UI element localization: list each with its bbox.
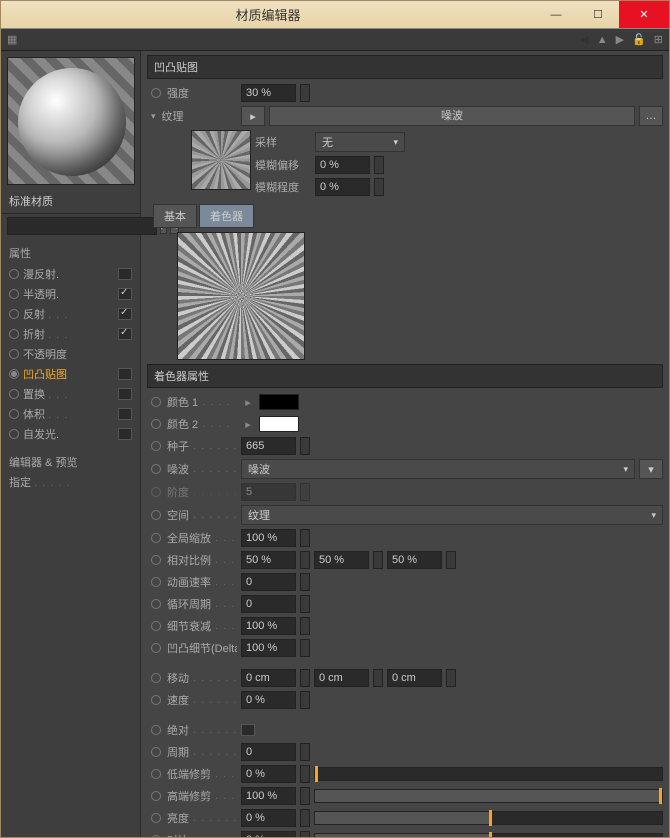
shader-section-header: 着色器属性 bbox=[147, 364, 663, 388]
high-clip-slider[interactable] bbox=[314, 789, 663, 803]
texture-options-button[interactable]: … bbox=[639, 106, 663, 126]
delta-field[interactable]: 100 % bbox=[241, 639, 296, 657]
channel-bump-checkbox[interactable] bbox=[118, 368, 132, 380]
channel-refraction-checkbox[interactable] bbox=[118, 328, 132, 340]
channel-volume-checkbox[interactable] bbox=[118, 408, 132, 420]
titlebar[interactable]: 材质编辑器 — ☐ ✕ bbox=[1, 1, 669, 29]
anim-speed-field[interactable]: 0 bbox=[241, 573, 296, 591]
tab-shader[interactable]: 着色器 bbox=[199, 204, 254, 228]
channel-reflection-checkbox[interactable] bbox=[118, 308, 132, 320]
high-clip-field[interactable]: 100 % bbox=[241, 787, 296, 805]
color1-expand-icon[interactable]: ▸ bbox=[241, 396, 255, 409]
global-scale-field[interactable]: 100 % bbox=[241, 529, 296, 547]
shader-preview[interactable] bbox=[177, 232, 305, 360]
intensity-field[interactable]: 30 % bbox=[241, 84, 296, 102]
channel-displacement[interactable]: 置换 . . . bbox=[9, 384, 132, 404]
move-x[interactable]: 0 cm bbox=[241, 669, 296, 687]
nav-fwd-icon[interactable]: ▶ bbox=[616, 33, 624, 46]
texture-button[interactable]: 噪波 bbox=[269, 106, 635, 126]
rel-scale-y[interactable]: 50 % bbox=[314, 551, 369, 569]
window-title: 材质编辑器 bbox=[1, 5, 535, 24]
move-z[interactable]: 0 cm bbox=[387, 669, 442, 687]
link-assign[interactable]: 指定 . . . . . bbox=[9, 472, 132, 492]
blur-offset-field[interactable]: 0 % bbox=[315, 156, 370, 174]
seed-field[interactable]: 665 bbox=[241, 437, 296, 455]
blur-scale-field[interactable]: 0 % bbox=[315, 178, 370, 196]
color2-expand-icon[interactable]: ▸ bbox=[241, 418, 255, 431]
channel-translucent[interactable]: 半透明. bbox=[9, 284, 132, 304]
channel-reflection[interactable]: 反射 . . . bbox=[9, 304, 132, 324]
sample-dropdown[interactable]: 无 bbox=[315, 132, 405, 152]
detail-atten-field[interactable]: 100 % bbox=[241, 617, 296, 635]
material-editor-window: 材质编辑器 — ☐ ✕ ▦ ◀ ▲ ▶ 🔓 ⊞ 标准材质 ▸ ↖ 属性 bbox=[0, 0, 670, 838]
contrast-field[interactable]: 0 % bbox=[241, 831, 296, 837]
rel-scale-x[interactable]: 50 % bbox=[241, 551, 296, 569]
texture-play-button[interactable]: ▸ bbox=[241, 106, 265, 126]
channel-displacement-checkbox[interactable] bbox=[118, 388, 132, 400]
minimize-button[interactable]: — bbox=[535, 1, 577, 28]
maximize-button[interactable]: ☐ bbox=[577, 1, 619, 28]
link-editor-preview[interactable]: 编辑器 & 预览 bbox=[9, 452, 132, 472]
channel-diffuse-checkbox[interactable] bbox=[118, 268, 132, 280]
right-panel: 凹凸贴图 强度 30 % ▾纹理 ▸ 噪波 … 采样无 模糊偏移0 % 模糊程度… bbox=[141, 51, 669, 837]
low-clip-slider[interactable] bbox=[314, 767, 663, 781]
speed-field[interactable]: 0 % bbox=[241, 691, 296, 709]
lock-icon[interactable]: 🔓 bbox=[632, 33, 646, 46]
channel-bump[interactable]: 凹凸贴图 bbox=[9, 364, 132, 384]
move-y[interactable]: 0 cm bbox=[314, 669, 369, 687]
contrast-slider[interactable] bbox=[314, 833, 663, 837]
channel-volume[interactable]: 体积 . . . bbox=[9, 404, 132, 424]
channel-refraction[interactable]: 折射 . . . bbox=[9, 324, 132, 344]
filter-input[interactable] bbox=[7, 217, 157, 235]
noise-thumbnail[interactable] bbox=[191, 130, 251, 190]
toolbar: ▦ ◀ ▲ ▶ 🔓 ⊞ bbox=[1, 29, 669, 51]
bump-section-header: 凹凸贴图 bbox=[147, 55, 663, 79]
absolute-checkbox[interactable] bbox=[241, 724, 255, 736]
close-button[interactable]: ✕ bbox=[619, 1, 669, 28]
low-clip-field[interactable]: 0 % bbox=[241, 765, 296, 783]
cycle-field[interactable]: 0 bbox=[241, 595, 296, 613]
intensity-spinner[interactable] bbox=[300, 84, 310, 102]
material-preview[interactable] bbox=[7, 57, 135, 185]
noise-dropdown[interactable]: 噪波 bbox=[241, 459, 635, 479]
brightness-slider[interactable] bbox=[314, 811, 663, 825]
noise-more-button[interactable]: ▾ bbox=[639, 459, 663, 479]
period-field[interactable]: 0 bbox=[241, 743, 296, 761]
channel-diffuse[interactable]: 漫反射. bbox=[9, 264, 132, 284]
nav-back-icon[interactable]: ◀ bbox=[580, 33, 588, 46]
grid-icon[interactable]: ▦ bbox=[7, 34, 17, 46]
octave-field: 5 bbox=[241, 483, 296, 501]
channel-luminance[interactable]: 自发光. bbox=[9, 424, 132, 444]
color2-swatch[interactable] bbox=[259, 416, 299, 432]
channels-header: 属性 bbox=[9, 242, 132, 264]
nav-up-icon[interactable]: ▲ bbox=[597, 34, 608, 46]
menu-icon[interactable]: ⊞ bbox=[654, 33, 663, 46]
space-dropdown[interactable]: 纹理 bbox=[241, 505, 663, 525]
rel-scale-z[interactable]: 50 % bbox=[387, 551, 442, 569]
brightness-field[interactable]: 0 % bbox=[241, 809, 296, 827]
channel-luminance-checkbox[interactable] bbox=[118, 428, 132, 440]
material-name[interactable]: 标准材质 bbox=[1, 191, 140, 214]
channel-translucent-checkbox[interactable] bbox=[118, 288, 132, 300]
channel-opacity[interactable]: 不透明度 bbox=[9, 344, 132, 364]
left-panel: 标准材质 ▸ ↖ 属性 漫反射. 半透明. 反射 . . . 折射 . . . … bbox=[1, 51, 141, 837]
color1-swatch[interactable] bbox=[259, 394, 299, 410]
tab-basic[interactable]: 基本 bbox=[153, 204, 197, 228]
